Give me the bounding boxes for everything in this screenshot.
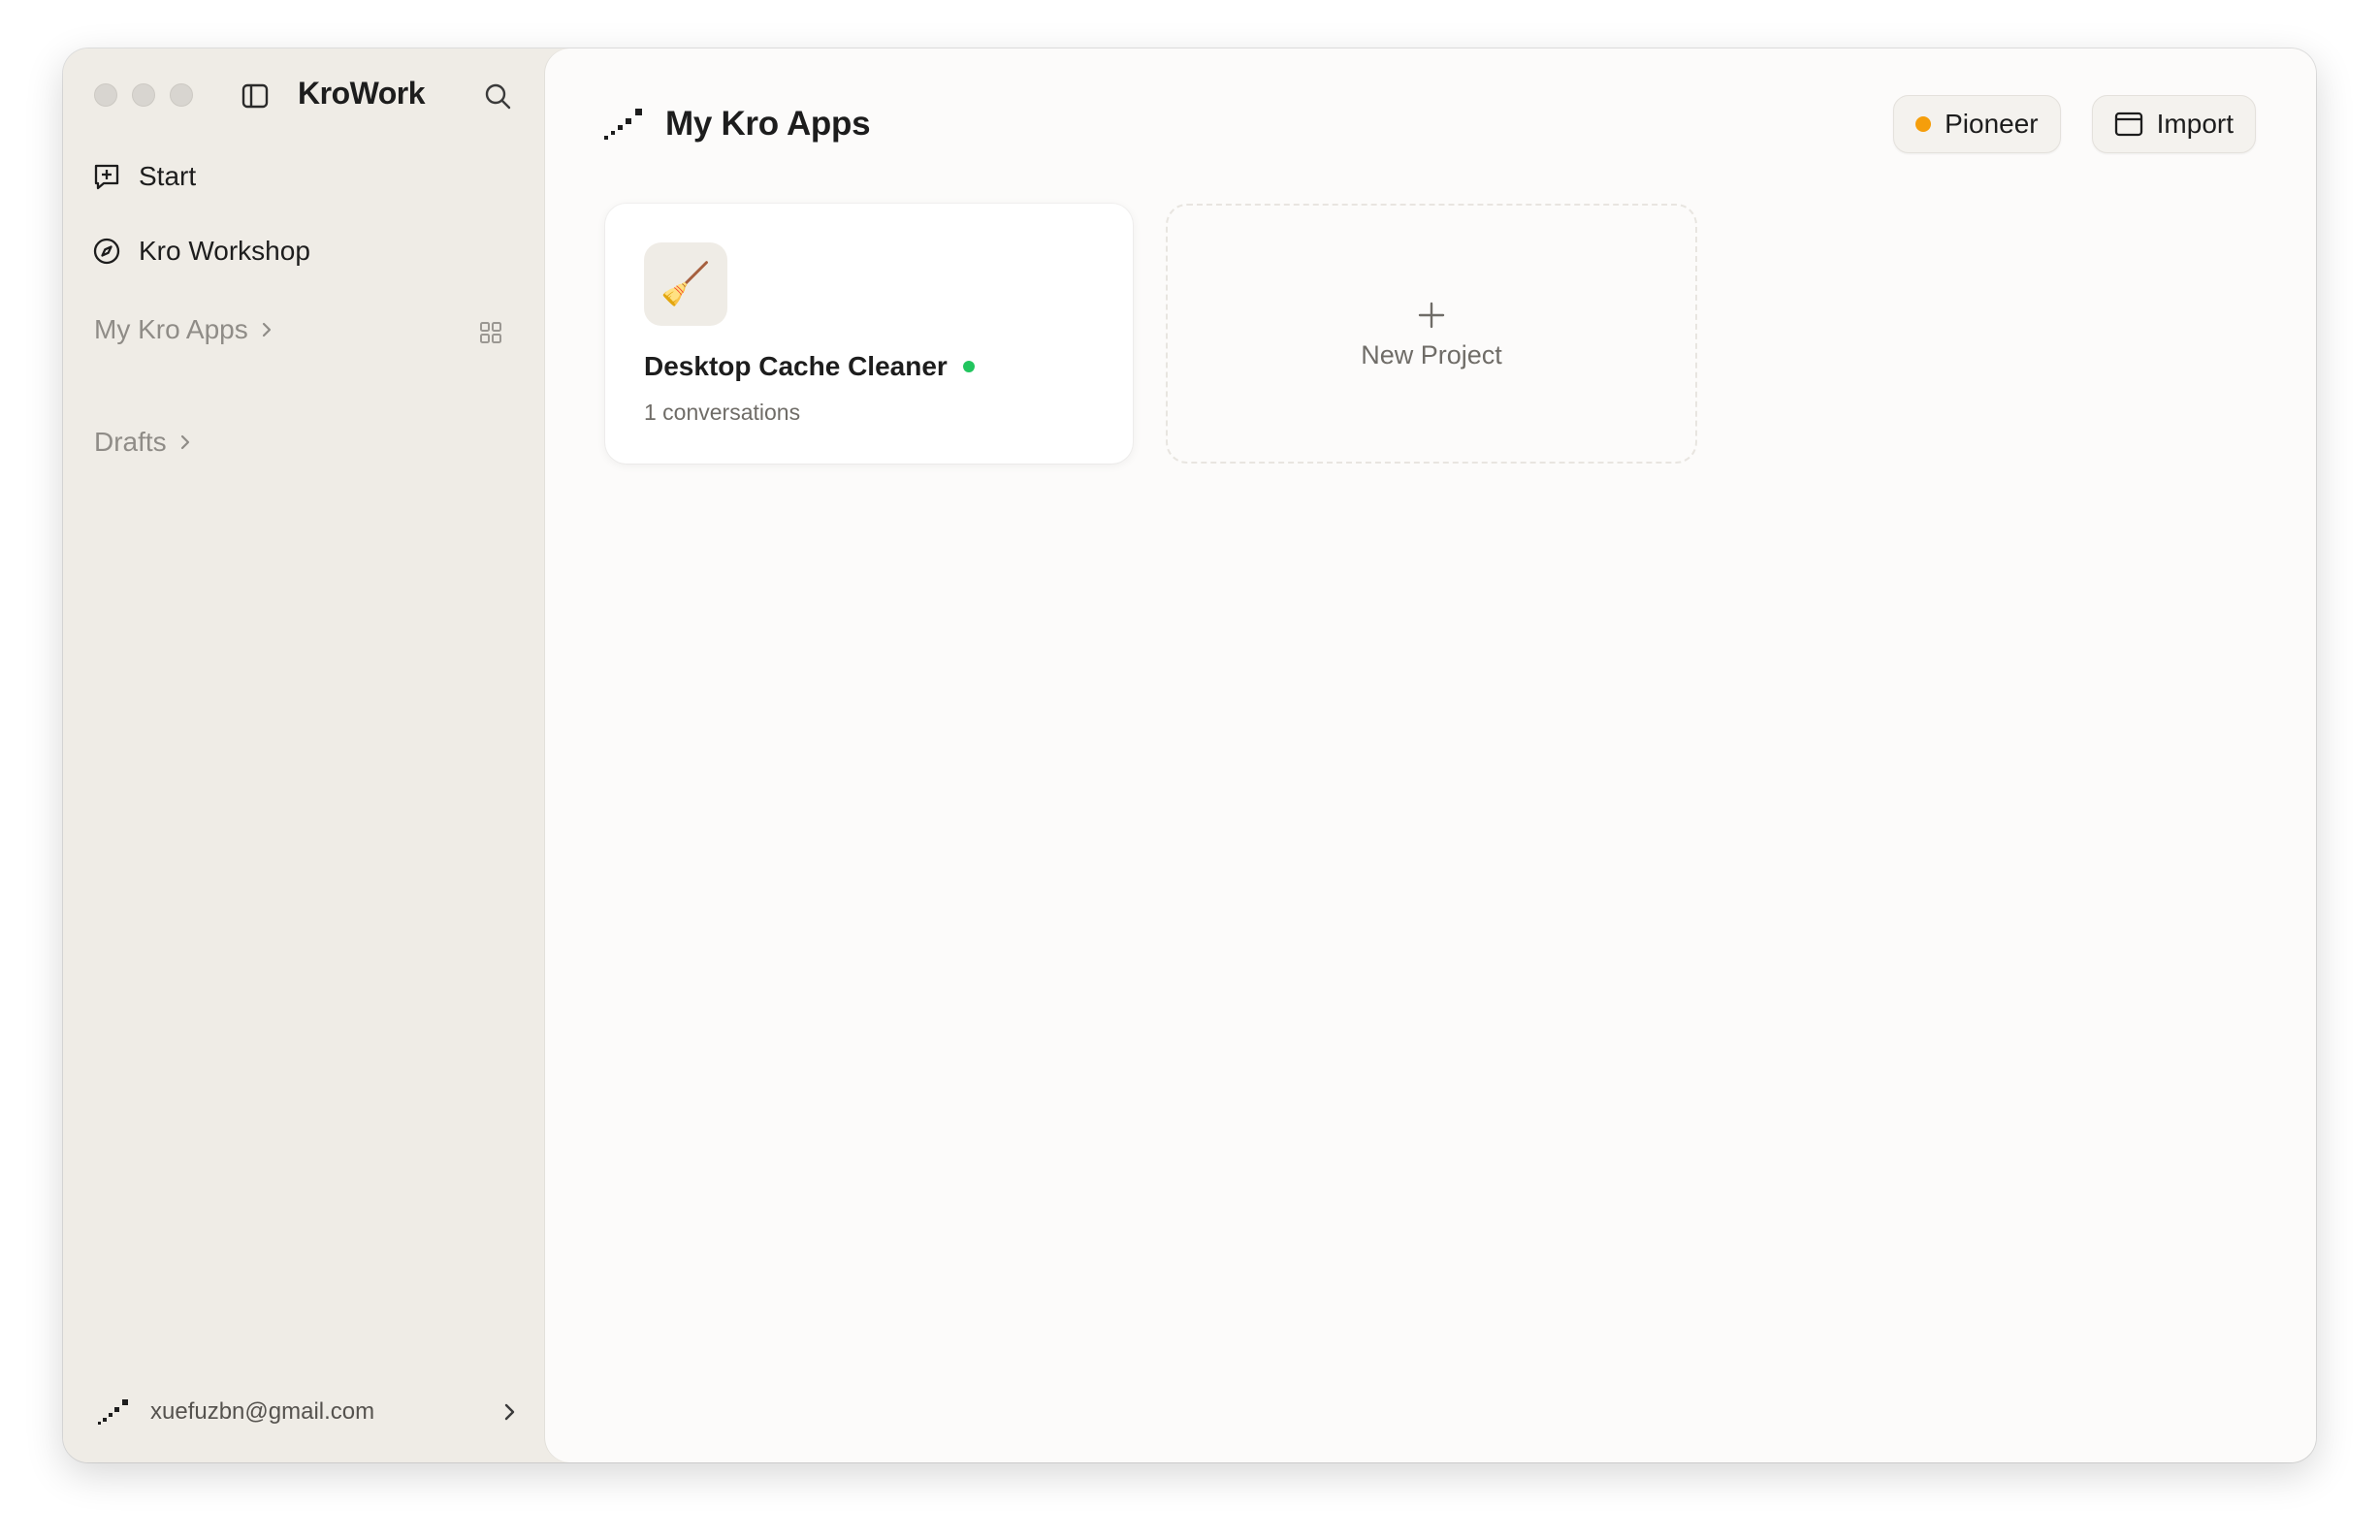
sidebar-toggle-icon — [241, 83, 269, 109]
window-icon — [2114, 112, 2142, 137]
search-icon — [485, 83, 511, 110]
main-content: My Kro Apps Pioneer Import 🧹 Desktop Cac… — [545, 48, 2316, 1462]
new-project-card[interactable]: New Project — [1166, 204, 1697, 464]
page-title: My Kro Apps — [665, 105, 871, 143]
project-name-row: Desktop Cache Cleaner — [644, 351, 975, 382]
account-menu[interactable]: xuefuzbn@gmail.com — [96, 1395, 523, 1429]
minimize-window-button[interactable] — [132, 83, 155, 107]
pioneer-label: Pioneer — [1945, 109, 2039, 139]
app-title: KroWork — [298, 76, 426, 111]
search-button[interactable] — [480, 79, 515, 113]
project-name: Desktop Cache Cleaner — [644, 351, 948, 381]
sidebar-item-label: Start — [139, 161, 197, 191]
chevron-right-icon — [180, 434, 189, 450]
pioneer-button[interactable]: Pioneer — [1893, 95, 2061, 153]
compass-icon — [92, 237, 121, 266]
sidebar-section-my-kro-apps[interactable]: My Kro Apps — [94, 314, 275, 345]
account-email: xuefuzbn@gmail.com — [150, 1398, 375, 1425]
new-project-label: New Project — [1361, 339, 1502, 369]
section-label: Drafts — [94, 427, 167, 457]
import-button[interactable]: Import — [2091, 95, 2256, 153]
zoom-window-button[interactable] — [170, 83, 193, 107]
chevron-right-icon — [262, 322, 271, 337]
header-actions: Pioneer Import — [1893, 95, 2256, 153]
sidebar-section-drafts[interactable]: Drafts — [94, 427, 194, 458]
plus-icon — [1414, 298, 1449, 333]
kro-logo-icon — [604, 109, 642, 140]
page-header: My Kro Apps — [603, 105, 871, 144]
sidebar-toggle-button[interactable] — [240, 81, 271, 111]
project-grid: 🧹 Desktop Cache Cleaner 1 conversations … — [605, 204, 1697, 464]
import-label: Import — [2156, 109, 2234, 139]
project-conversation-count: 1 conversations — [644, 400, 801, 425]
sidebar-item-label: Kro Workshop — [139, 236, 310, 266]
chevron-right-icon — [496, 1398, 523, 1426]
apps-grid-view-button[interactable] — [476, 318, 505, 347]
section-label: My Kro Apps — [94, 314, 248, 344]
broom-icon: 🧹 — [644, 242, 727, 326]
project-card[interactable]: 🧹 Desktop Cache Cleaner 1 conversations — [605, 204, 1133, 464]
kro-logo-icon — [96, 1395, 131, 1429]
sidebar-item-start[interactable]: Start — [92, 161, 196, 192]
grid-icon — [480, 322, 501, 343]
active-status-dot — [962, 361, 975, 372]
close-window-button[interactable] — [94, 83, 117, 107]
sidebar: KroWork Start Kro Workshop My Kro Apps D… — [63, 48, 546, 1462]
app-window: KroWork Start Kro Workshop My Kro Apps D… — [63, 48, 2316, 1462]
new-chat-icon — [92, 162, 121, 191]
sidebar-item-kro-workshop[interactable]: Kro Workshop — [92, 236, 310, 267]
pioneer-status-dot — [1915, 116, 1932, 132]
window-controls — [94, 83, 193, 107]
